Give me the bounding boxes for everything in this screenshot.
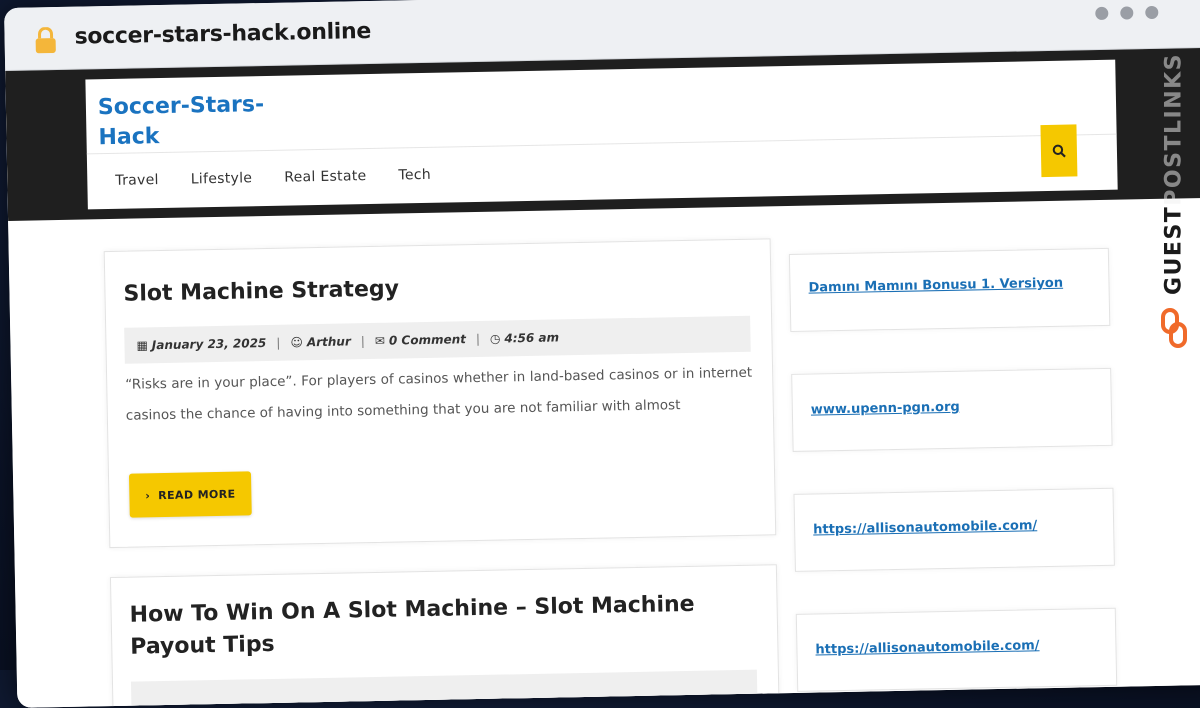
nav-item-tech[interactable]: Tech (398, 167, 431, 184)
sidebar-widget: Damını Mamını Bonusu 1. Versiyon (788, 247, 1111, 332)
post-meta (130, 669, 758, 708)
site-title[interactable]: Soccer-Stars-Hack (98, 90, 289, 154)
post-meta: ▦ January 23, 2025 | ☺ Arthur | ✉ 0 Comment… (124, 315, 751, 364)
search-button[interactable] (1040, 124, 1078, 178)
post-author[interactable]: ☺ Arthur (290, 334, 351, 349)
post-excerpt: “Risks are in your place”. For players o… (125, 364, 753, 424)
browser-window: soccer-stars-hack.online Soccer-Stars-Ha… (4, 0, 1200, 708)
read-more-label: READ MORE (158, 487, 236, 502)
sidebar-link[interactable]: Damını Mamını Bonusu 1. Versiyon (808, 276, 1063, 296)
post-comments[interactable]: ✉ 0 Comment (375, 332, 466, 348)
nav-item-travel[interactable]: Travel (115, 172, 159, 189)
sidebar-link[interactable]: https://allisonautomobile.com/ (813, 518, 1037, 537)
site-header: Soccer-Stars-Hack Travel Lifestyle Real … (85, 59, 1118, 210)
comments-icon: ✉ (374, 333, 386, 348)
sidebar-link[interactable]: https://allisonautomobile.com/ (815, 638, 1039, 657)
window-controls (1095, 5, 1159, 21)
read-more-button[interactable]: › READ MORE (128, 471, 252, 518)
post-card: Slot Machine Strategy ▦ January 23, 2025 … (103, 238, 777, 549)
search-icon (1052, 144, 1066, 158)
lock-icon (35, 26, 56, 54)
window-dot-1[interactable] (1095, 6, 1109, 21)
web-page: Soccer-Stars-Hack Travel Lifestyle Real … (5, 47, 1200, 708)
post-title[interactable]: Slot Machine Strategy (123, 276, 399, 306)
address-bar-url[interactable]: soccer-stars-hack.online (74, 19, 371, 50)
sidebar-widget: www.upenn-pgn.org (791, 367, 1113, 452)
post-time: ◷ 4:56 am (489, 330, 560, 346)
window-dot-3[interactable] (1145, 5, 1159, 20)
clock-icon: ◷ (489, 331, 501, 346)
guestpostlinks-watermark: GUESTPOSTLINKS (1156, 53, 1192, 356)
meta-separator: | (276, 335, 281, 350)
post-title[interactable]: How To Win On A Slot Machine – Slot Mach… (129, 588, 730, 664)
calendar-icon: ▦ (136, 338, 148, 353)
chevron-right-icon: › (145, 488, 151, 502)
brand-text: GUESTPOSTLINKS (1161, 53, 1187, 295)
sidebar-widget: https://allisonautomobile.com/ (795, 607, 1118, 692)
sidebar-widget: https://allisonautomobile.com/ (793, 487, 1115, 572)
chain-link-icon (1161, 308, 1187, 348)
main-nav: Travel Lifestyle Real Estate Tech (115, 167, 431, 189)
post-card: How To Win On A Slot Machine – Slot Mach… (109, 564, 780, 708)
meta-separator: | (475, 331, 481, 346)
nav-item-lifestyle[interactable]: Lifestyle (191, 170, 253, 187)
window-dot-2[interactable] (1120, 6, 1134, 20)
user-icon: ☺ (290, 335, 304, 350)
post-date[interactable]: ▦ January 23, 2025 (136, 336, 266, 352)
meta-separator: | (360, 334, 366, 349)
nav-item-real-estate[interactable]: Real Estate (284, 168, 367, 186)
sidebar-link[interactable]: www.upenn-pgn.org (811, 400, 960, 418)
